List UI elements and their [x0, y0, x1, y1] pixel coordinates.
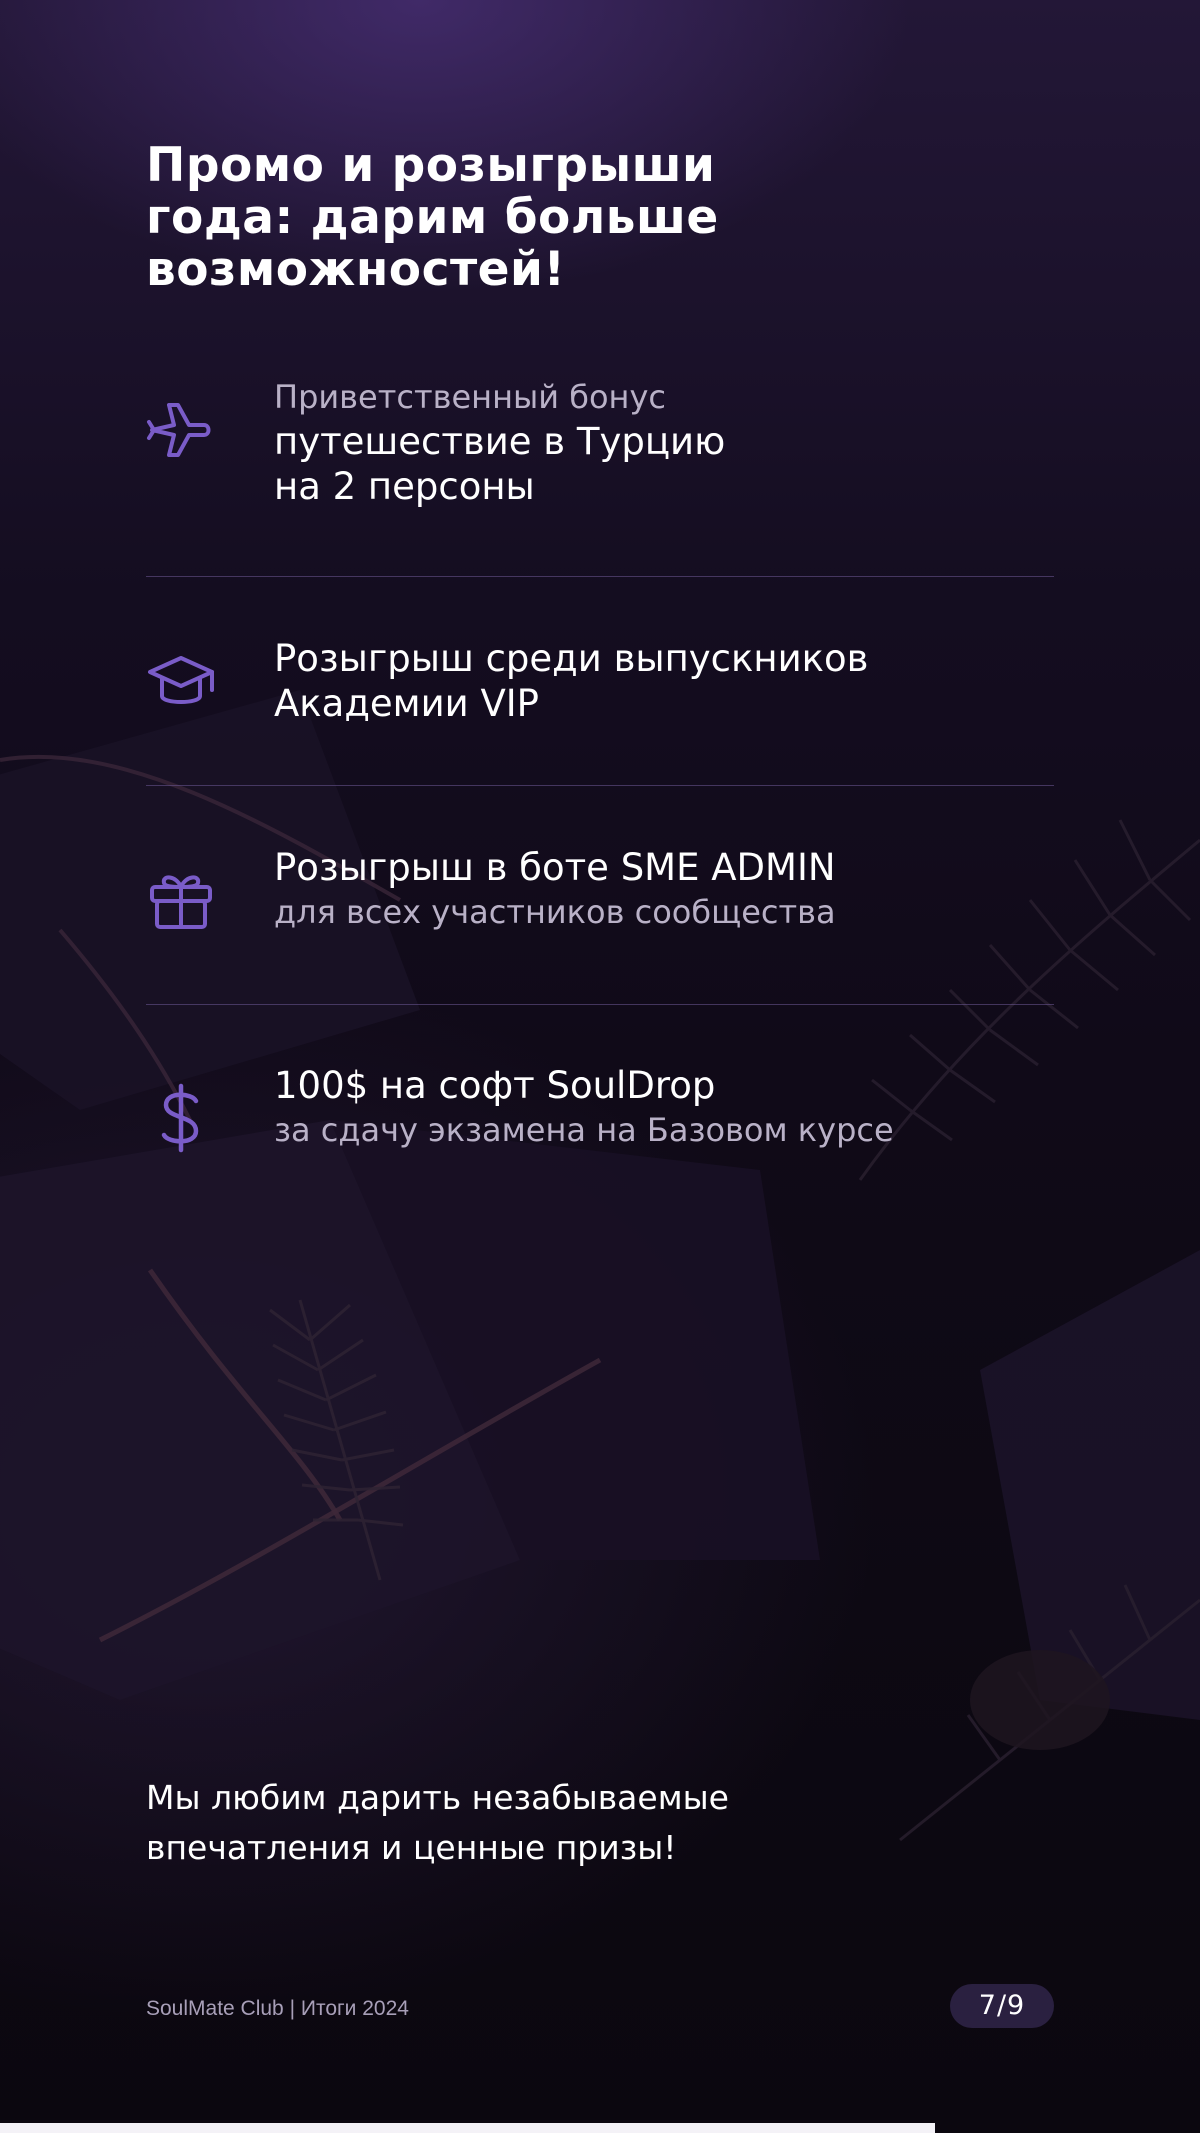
item-title: Розыгрыш среди выпускников: [274, 637, 869, 680]
list-item-text: Розыгрыш в боте SME ADMIN для всех участ…: [274, 845, 1074, 934]
divider: [146, 1004, 1054, 1005]
closing-text-line: впечатления и ценные призы!: [146, 1828, 677, 1867]
divider: [146, 785, 1054, 786]
item-subtitle: для всех участников сообщества: [274, 893, 836, 931]
slide-title-line: года: дарим больше: [146, 190, 719, 245]
divider: [146, 576, 1054, 577]
closing-text-line: Мы любим дарить незабываемые: [146, 1778, 729, 1817]
item-subtitle: Приветственный бонус: [274, 378, 666, 416]
item-title: путешествие в Турцию: [274, 420, 726, 463]
page-indicator: 7/9: [950, 1984, 1054, 2028]
airplane-icon: [146, 395, 216, 465]
list-item-text: Приветственный бонус путешествие в Турци…: [274, 375, 1074, 509]
item-title: Академии VIP: [274, 682, 539, 725]
graduation-cap-icon: [146, 646, 216, 716]
list-item-text: Розыгрыш среди выпускников Академии VIP: [274, 636, 1074, 726]
item-subtitle: за сдачу экзамена на Базовом курсе: [274, 1111, 894, 1149]
dollar-icon: [146, 1083, 216, 1153]
slide-content: Промо и розыгрыши года: дарим больше воз…: [0, 0, 1200, 2133]
closing-text: Мы любим дарить незабываемые впечатления…: [146, 1773, 946, 1873]
list-item-text: 100$ на софт SoulDrop за сдачу экзамена …: [274, 1063, 1074, 1152]
slide-title-line: Промо и розыгрыши: [146, 138, 716, 193]
item-title: на 2 персоны: [274, 465, 535, 508]
slide-title: Промо и розыгрыши года: дарим больше воз…: [146, 140, 866, 296]
footer-brand: SoulMate Club | Итоги 2024: [146, 1997, 409, 2020]
bottom-strip: [0, 2123, 935, 2133]
item-title: Розыгрыш в боте SME ADMIN: [274, 846, 836, 889]
item-title: 100$ на софт SoulDrop: [274, 1064, 716, 1107]
gift-icon: [146, 865, 216, 935]
slide-title-line: возможностей!: [146, 242, 566, 297]
